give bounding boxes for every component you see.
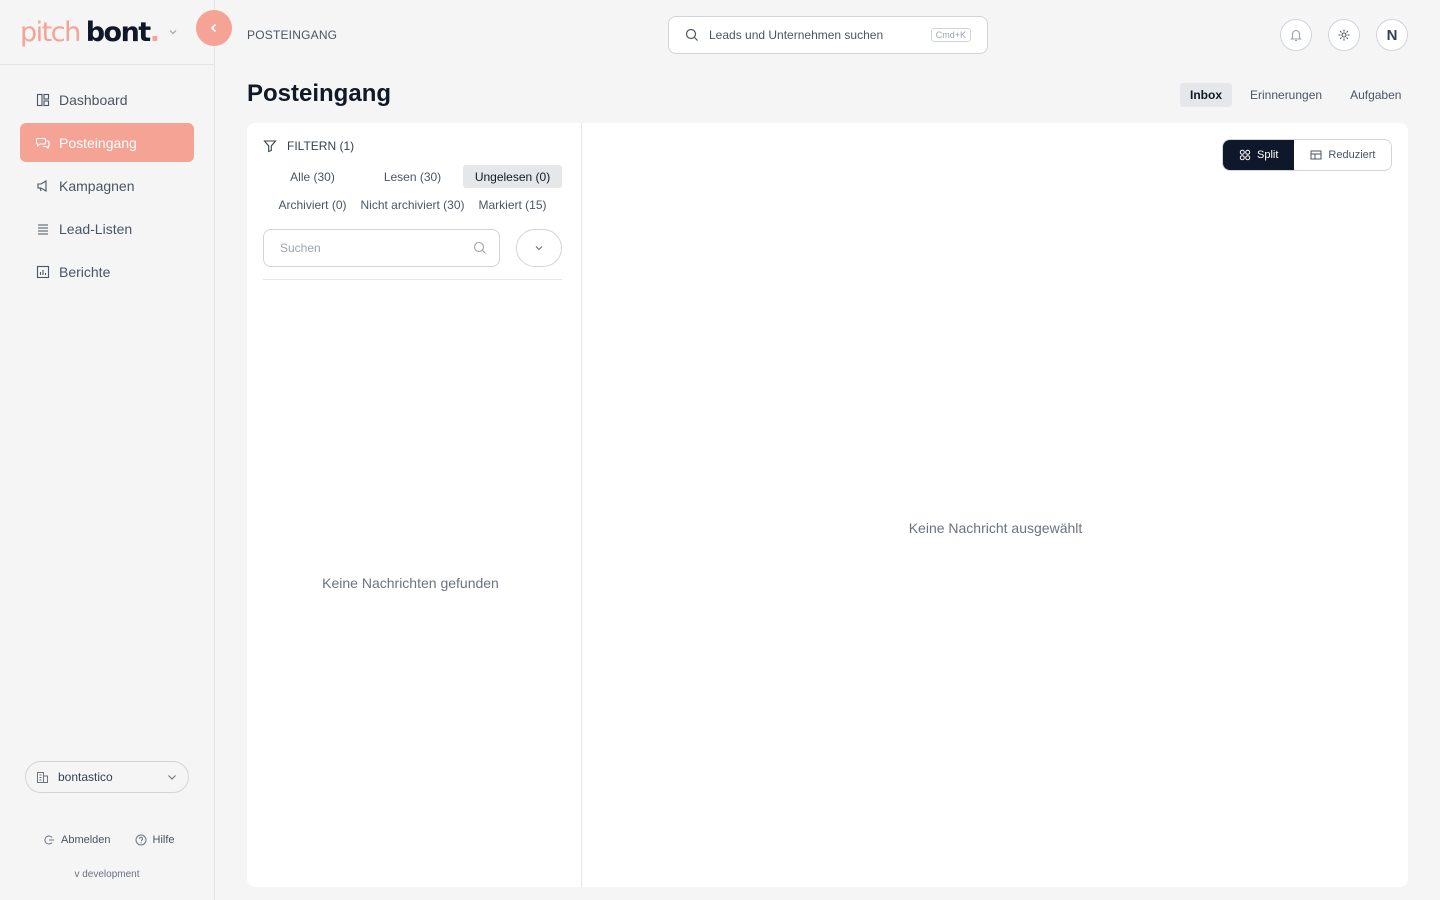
filter-chip-archiviert[interactable]: Archiviert (0) — [263, 193, 362, 216]
sidebar-item-dashboard[interactable]: Dashboard — [20, 80, 194, 119]
message-list-panel: FILTERN (1) Alle (30) Lesen (30) Ungeles… — [247, 123, 582, 887]
logout-icon — [43, 834, 55, 846]
version-label: v development — [74, 869, 140, 880]
message-search-input[interactable] — [280, 241, 473, 255]
filter-title: FILTERN (1) — [287, 139, 355, 153]
filter-chip-alle[interactable]: Alle (30) — [263, 165, 362, 188]
bell-icon — [1289, 28, 1303, 42]
sidebar-item-berichte[interactable]: Berichte — [20, 252, 194, 291]
settings-button[interactable] — [1328, 19, 1360, 51]
logout-label: Abmelden — [61, 834, 111, 846]
chevron-left-icon — [208, 22, 220, 34]
table-icon — [1310, 149, 1322, 161]
dashboard-icon — [36, 93, 50, 107]
brand-logo-bont: bont — [85, 16, 152, 48]
brand-switcher[interactable]: pitch bont. — [20, 10, 180, 54]
brand-logo-dot: . — [149, 16, 160, 48]
split-view-button[interactable]: Split — [1223, 140, 1295, 170]
chat-icon — [36, 136, 50, 150]
sidebar-item-posteingang[interactable]: Posteingang — [20, 123, 194, 162]
search-icon — [473, 241, 487, 255]
user-avatar-button[interactable]: N — [1376, 19, 1408, 51]
help-label: Hilfe — [152, 834, 175, 846]
chart-icon — [36, 265, 50, 279]
filter-chip-ungelesen[interactable]: Ungelesen (0) — [463, 165, 562, 188]
view-tabs: Inbox Erinnerungen Aufgaben — [1180, 83, 1411, 107]
building-icon — [36, 770, 50, 784]
sidebar-item-label: Lead-Listen — [59, 220, 133, 237]
chevron-down-icon — [533, 242, 545, 254]
sidebar-item-label: Berichte — [59, 263, 111, 280]
filter-toggle[interactable]: FILTERN (1) — [263, 139, 354, 153]
help-icon — [135, 834, 147, 846]
empty-list-message: Keine Nachrichten gefunden — [322, 575, 499, 591]
chevron-down-icon — [166, 771, 178, 783]
sidebar-item-label: Dashboard — [59, 91, 128, 108]
breadcrumb: POSTEINGANG — [247, 28, 338, 42]
filter-chip-nicht-archiviert[interactable]: Nicht archiviert (30) — [360, 193, 464, 216]
global-search-input[interactable]: Leads und Unternehmen suchen Cmd+K — [668, 16, 988, 54]
filter-chips: Alle (30) Lesen (30) Ungelesen (0) Archi… — [263, 165, 562, 216]
page-title: Posteingang — [247, 80, 392, 107]
logout-button[interactable]: Abmelden — [43, 834, 111, 846]
tab-aufgaben[interactable]: Aufgaben — [1340, 83, 1411, 107]
layout-toggle: Split Reduziert — [1222, 139, 1393, 171]
sidebar-item-label: Posteingang — [59, 134, 137, 151]
sidebar-item-label: Kampagnen — [59, 177, 135, 194]
tab-inbox[interactable]: Inbox — [1180, 83, 1232, 107]
help-button[interactable]: Hilfe — [135, 834, 175, 846]
megaphone-icon — [36, 179, 50, 193]
filter-chip-lesen[interactable]: Lesen (30) — [362, 165, 463, 188]
avatar: N — [1386, 26, 1398, 44]
sidebar-item-kampagnen[interactable]: Kampagnen — [20, 166, 194, 205]
collapse-sidebar-button[interactable] — [196, 10, 232, 46]
message-search-box — [263, 229, 500, 267]
empty-detail-message: Keine Nachricht ausgewählt — [908, 520, 1083, 536]
search-icon — [685, 28, 699, 42]
reduced-view-label: Reduziert — [1328, 149, 1376, 161]
sidebar-divider — [0, 64, 214, 65]
sidebar: pitch bont. Dashboard Posteingang Kampag… — [0, 0, 215, 900]
brand-logo: pitch bont. — [20, 16, 160, 48]
workspace-name: bontastico — [58, 770, 113, 784]
list-icon — [36, 222, 50, 236]
filter-icon — [263, 139, 277, 153]
brand-logo-pitch: pitch — [20, 16, 81, 48]
inbox-card: FILTERN (1) Alle (30) Lesen (30) Ungeles… — [247, 123, 1408, 887]
sidebar-footer: Abmelden Hilfe — [43, 834, 199, 846]
notifications-button[interactable] — [1280, 19, 1312, 51]
chevron-down-icon — [168, 26, 180, 38]
split-view-label: Split — [1257, 149, 1279, 161]
search-shortcut-badge: Cmd+K — [930, 28, 971, 42]
grid-icon — [1239, 149, 1251, 161]
sidebar-nav: Dashboard Posteingang Kampagnen Lead-Lis… — [20, 80, 194, 295]
reduced-view-button[interactable]: Reduziert — [1294, 140, 1392, 170]
sort-dropdown-button[interactable] — [516, 229, 562, 267]
sidebar-item-lead-listen[interactable]: Lead-Listen — [20, 209, 194, 248]
global-search-placeholder: Leads und Unternehmen suchen — [709, 28, 884, 42]
gear-icon — [1337, 28, 1351, 42]
filter-chip-markiert[interactable]: Markiert (15) — [463, 193, 562, 216]
tab-erinnerungen[interactable]: Erinnerungen — [1240, 83, 1332, 107]
list-divider — [263, 279, 562, 280]
workspace-select[interactable]: bontastico — [25, 761, 189, 793]
